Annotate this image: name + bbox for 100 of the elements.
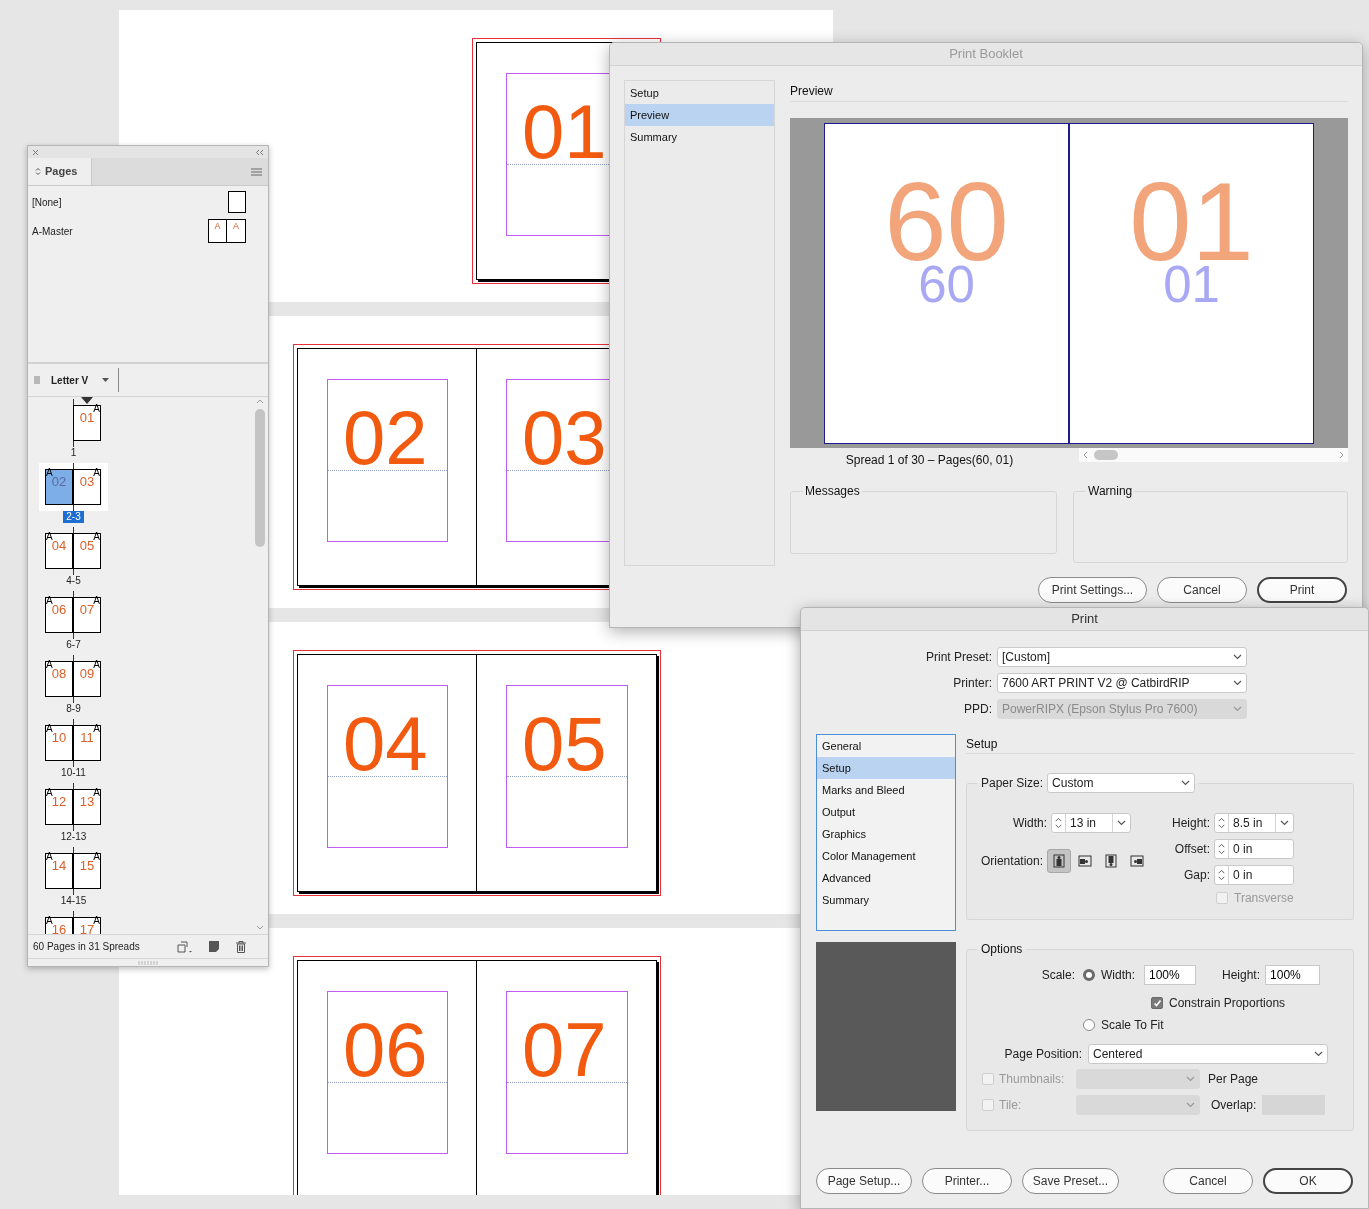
master-thumbnail[interactable] xyxy=(228,191,246,213)
field-label: Width: xyxy=(1101,967,1135,984)
dialog-button[interactable]: Printer... xyxy=(922,1168,1012,1194)
category-item[interactable]: Preview xyxy=(625,104,774,126)
dialog-button[interactable]: Cancel xyxy=(1157,577,1247,603)
field-label: Gap: xyxy=(1183,867,1210,884)
orientation-button[interactable] xyxy=(1047,849,1071,873)
collapse-icon[interactable] xyxy=(255,148,264,156)
page-number: 12 xyxy=(51,795,67,811)
category-item[interactable]: Summary xyxy=(625,126,774,148)
dropdown[interactable]: 7600 ART PRINT V2 @ CatbirdRIP xyxy=(997,673,1247,693)
grip-icon xyxy=(34,376,40,384)
category-item[interactable]: General xyxy=(817,735,955,757)
chevron-down-icon xyxy=(1233,706,1242,712)
spread-label[interactable]: 10-11 xyxy=(58,767,89,779)
category-item[interactable]: Advanced xyxy=(817,867,955,889)
page-number: 04 xyxy=(343,706,429,782)
field-label: Page Position: xyxy=(1003,1046,1082,1063)
dialog-button[interactable]: Print Settings... xyxy=(1038,577,1147,603)
field-label: Paper Size: xyxy=(981,775,1044,792)
field-label: PPD: xyxy=(963,701,992,718)
chevron-up-icon xyxy=(256,399,264,404)
dialog-button[interactable]: Page Setup... xyxy=(816,1168,912,1194)
field-label: Height: xyxy=(1170,815,1210,832)
scroll-thumb[interactable] xyxy=(1094,450,1118,460)
number-stepper-field[interactable]: 13 in xyxy=(1051,813,1131,833)
checkbox[interactable] xyxy=(1151,997,1163,1009)
spread-label[interactable]: 6-7 xyxy=(63,639,84,651)
checkbox-label: Constrain Proportions xyxy=(1169,995,1286,1012)
spread-label[interactable]: 12-13 xyxy=(57,831,90,843)
page-number: 02 xyxy=(343,400,429,476)
page-number: 13 xyxy=(79,795,95,811)
page-number: 15 xyxy=(79,859,95,875)
stepper-arrows-icon xyxy=(1215,840,1229,858)
page-orientation-icon xyxy=(1104,854,1118,868)
close-icon[interactable] xyxy=(32,148,39,156)
dropdown[interactable]: Centered xyxy=(1088,1044,1328,1064)
scroll-thumb[interactable] xyxy=(255,409,265,547)
category-item[interactable]: Color Management xyxy=(817,845,955,867)
trash-icon[interactable] xyxy=(236,940,246,953)
field-label: Height: xyxy=(1222,967,1261,984)
page-number: 05 xyxy=(522,706,608,782)
up-down-arrows-icon xyxy=(35,167,41,176)
panel-tab[interactable]: Pages xyxy=(28,158,92,185)
field-label: Printer: xyxy=(952,675,992,692)
horizontal-scrollbar[interactable] xyxy=(1079,448,1348,462)
spread-caption: Spread 1 of 30 – Pages(60, 01) xyxy=(844,452,1015,469)
dialog-button[interactable]: Cancel xyxy=(1163,1168,1253,1194)
master-name[interactable]: A-Master xyxy=(32,223,73,239)
spread-label[interactable]: 14-15 xyxy=(57,895,90,907)
spread-label[interactable]: 8-9 xyxy=(63,703,84,715)
category-item[interactable]: Output xyxy=(817,801,955,823)
window-title: Print xyxy=(1071,610,1098,629)
radio-button[interactable] xyxy=(1083,969,1095,981)
category-item[interactable]: Setup xyxy=(625,82,774,104)
spread-label[interactable]: 2-3 xyxy=(63,511,84,523)
checkbox-label: Tile: xyxy=(999,1097,1023,1114)
stepper-arrows-icon xyxy=(1052,814,1066,832)
dialog-button[interactable]: OK xyxy=(1263,1168,1353,1194)
page-number: 01 xyxy=(79,411,95,427)
input-field[interactable]: 100% xyxy=(1265,965,1321,985)
field-label: Width: xyxy=(1012,815,1047,832)
radio-button[interactable] xyxy=(1083,1019,1095,1031)
spread-label[interactable]: 4-5 xyxy=(63,575,84,587)
page-count-status: 60 Pages in 31 Spreads xyxy=(33,940,141,954)
category-item[interactable]: Graphics xyxy=(817,823,955,845)
resize-grip-icon[interactable] xyxy=(138,960,158,965)
page-size-icon[interactable] xyxy=(177,940,192,953)
caret-down-icon xyxy=(102,378,110,382)
number-stepper-field[interactable]: 8.5 in xyxy=(1214,813,1294,833)
page-size-dropdown[interactable]: Letter V xyxy=(51,368,120,392)
master-letter: A xyxy=(233,222,239,233)
dropdown[interactable]: Custom xyxy=(1047,773,1196,793)
menu-icon[interactable] xyxy=(251,167,262,176)
group-title: Messages xyxy=(804,483,861,500)
group-title: Warning xyxy=(1087,483,1134,500)
stepper-arrows-icon xyxy=(1215,814,1229,832)
dialog-button[interactable]: Save Preset... xyxy=(1022,1168,1119,1194)
chevron-down-icon xyxy=(1117,820,1126,826)
category-item[interactable]: Summary xyxy=(817,889,955,911)
master-thumbnail[interactable]: A A xyxy=(208,219,246,243)
page-number: 08 xyxy=(51,667,67,683)
page-number: 03 xyxy=(79,475,95,491)
page-orientation-icon xyxy=(1078,854,1092,868)
input-field[interactable]: 100% xyxy=(1144,965,1196,985)
category-item[interactable]: Marks and Bleed xyxy=(817,779,955,801)
number-stepper-field[interactable]: 0 in xyxy=(1214,839,1294,859)
spread-label[interactable]: 1 xyxy=(67,447,80,459)
section-title: Preview xyxy=(790,82,833,100)
master-name[interactable]: [None] xyxy=(32,194,62,210)
dialog-button[interactable]: Print xyxy=(1257,577,1347,603)
chevron-down-icon xyxy=(1233,680,1242,686)
page-number: 02 xyxy=(51,475,67,491)
field-label: Per Page xyxy=(1208,1071,1259,1088)
dropdown[interactable]: [Custom] xyxy=(997,647,1247,667)
new-page-icon[interactable] xyxy=(209,941,219,952)
category-item[interactable]: Setup xyxy=(817,757,955,779)
check-icon xyxy=(1152,998,1162,1008)
chevron-down-icon xyxy=(1186,1102,1195,1108)
number-stepper-field[interactable]: 0 in xyxy=(1214,865,1294,885)
